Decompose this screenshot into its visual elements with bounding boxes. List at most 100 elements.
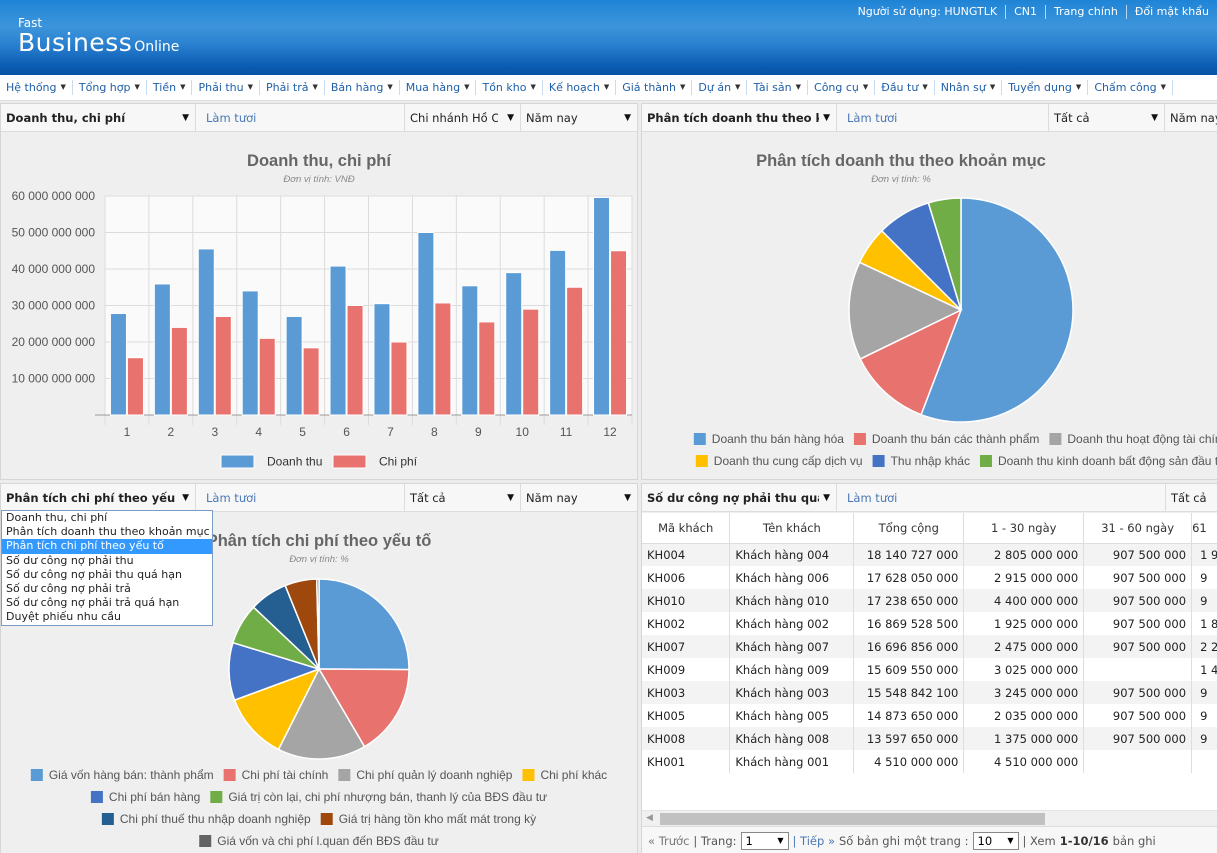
view-prefix: | Xem	[1022, 833, 1056, 848]
table-cell	[1191, 750, 1217, 773]
legend-label: Doanh thu bán hàng hóa	[712, 432, 844, 446]
change-password-link[interactable]: Đổi mật khẩu	[1125, 5, 1217, 19]
table-row[interactable]: KH006 Khách hàng 006 17 628 050 000 2 915 0…	[642, 566, 1217, 589]
table-row[interactable]: KH005 Khách hàng 005 14 873 650 000 2 035 0…	[642, 704, 1217, 727]
bar-revenue	[109, 313, 127, 416]
branch-link[interactable]: CN1	[1005, 5, 1045, 19]
caret-down-icon: ▼	[247, 83, 254, 91]
dropdown-arrow-icon: ▼	[823, 492, 830, 503]
per-page-select[interactable]: 10 ▼	[972, 831, 1019, 850]
table-cell: 907 500 000	[1083, 612, 1193, 635]
table-cell: 2 475 000 000	[963, 635, 1085, 658]
view-range: 1-10/16	[1059, 833, 1109, 848]
y-tick-label: 30 000 000 000	[12, 299, 96, 313]
legend-label: Chi phí	[379, 455, 418, 469]
menu-item[interactable]: Chấm công ▼	[1088, 80, 1174, 95]
caret-down-icon: ▼	[1075, 83, 1082, 91]
table-cell: 2 915 000 000	[963, 566, 1085, 589]
dropdown-option[interactable]: Số dư công nợ phải trả quá hạn	[2, 596, 212, 610]
filter-selector[interactable]: Tất cả	[1165, 484, 1217, 511]
menu-item[interactable]: Tổng hợp ▼	[73, 80, 147, 95]
menu-item[interactable]: Kế hoạch ▼	[543, 80, 617, 95]
x-tick-label: 11	[560, 425, 573, 439]
menu-item[interactable]: Tồn kho ▼	[476, 80, 543, 95]
scroll-left-icon[interactable]: ◀	[646, 813, 653, 823]
scrollbar-thumb[interactable]	[660, 813, 1045, 825]
menu-item[interactable]: Mua hàng ▼	[400, 80, 477, 95]
table-row[interactable]: KH002 Khách hàng 002 16 869 528 500 1 925 0…	[642, 612, 1217, 635]
column-header[interactable]: 61	[1191, 513, 1217, 544]
y-tick-label: 50 000 000 000	[12, 226, 96, 240]
table-cell: 17 238 650 000	[853, 589, 965, 612]
report-selector[interactable]: Số dư công nợ phải thu quá hạn▼	[642, 484, 837, 511]
menu-item[interactable]: Giá thành ▼	[616, 80, 693, 95]
menu-item[interactable]: Hệ thống ▼	[0, 80, 73, 95]
legend-label: Giá trị hàng tồn kho mất mát trong kỳ	[339, 812, 536, 826]
table-row[interactable]: KH008 Khách hàng 008 13 597 650 000 1 375 0…	[642, 727, 1217, 750]
legend-swatch	[223, 769, 236, 781]
menu-item[interactable]: Công cụ ▼	[808, 80, 876, 95]
caret-down-icon: ▼	[862, 83, 869, 91]
menu-item[interactable]: Nhân sự ▼	[935, 80, 1003, 95]
table-cell: 15 609 550 000	[853, 658, 965, 681]
legend-row: Chi phí bán hàng Giá trị còn lại, chi phí…	[90, 790, 547, 804]
caret-down-icon: ▼	[312, 83, 318, 91]
table-cell: 3 025 000 000	[963, 658, 1085, 681]
dropdown-option[interactable]: Số dư công nợ phải thu quá hạn	[2, 568, 212, 582]
prev-page-link[interactable]: « Trước	[648, 834, 689, 848]
table-cell: 907 500 000	[1083, 681, 1193, 704]
legend-label: Giá vốn hàng bán: thành phẩm	[49, 768, 214, 782]
menu-item[interactable]: Đầu tư ▼	[875, 80, 935, 95]
user-label: Người sử dụng: HUNGTLK	[857, 5, 998, 18]
table-row[interactable]: KH007 Khách hàng 007 16 696 856 000 2 475 0…	[642, 635, 1217, 658]
horizontal-scrollbar[interactable]: ◀	[642, 810, 1217, 826]
refresh-link[interactable]: Làm tươi	[837, 484, 1165, 511]
dropdown-option[interactable]: Phân tích chi phí theo yếu tố	[2, 539, 212, 554]
logo-online: Online	[134, 39, 180, 55]
table-cell: 13 597 650 000	[853, 727, 965, 750]
table-cell: Khách hàng 010	[729, 589, 855, 612]
x-tick-label: 1	[124, 425, 131, 439]
table-cell: 16 696 856 000	[853, 635, 965, 658]
column-header[interactable]: Tổng cộng	[853, 513, 965, 544]
table-row[interactable]: KH003 Khách hàng 003 15 548 842 100 3 245 0…	[642, 681, 1217, 704]
page-select[interactable]: 1 ▼	[740, 831, 789, 850]
table-cell: 9	[1191, 589, 1217, 612]
column-header[interactable]: 1 - 30 ngày	[963, 513, 1085, 544]
table-cell: 4 400 000 000	[963, 589, 1085, 612]
logo: Fast Business Online	[18, 17, 179, 56]
panel-revenue-analysis: Phân tích doanh thu theo khoản mục▼ Làm …	[641, 103, 1217, 480]
menu-item[interactable]: Dự án ▼	[692, 80, 748, 95]
menu-item[interactable]: Tài sản ▼	[747, 80, 809, 95]
table-row[interactable]: KH009 Khách hàng 009 15 609 550 000 3 025 0…	[642, 658, 1217, 681]
table-cell: 907 500 000	[1083, 727, 1193, 750]
dropdown-option[interactable]: Phân tích doanh thu theo khoản mục	[2, 525, 212, 539]
menu-item[interactable]: Bán hàng ▼	[325, 80, 400, 95]
table-cell: Khách hàng 002	[729, 612, 855, 635]
caret-down-icon: ▼	[387, 83, 393, 91]
column-header[interactable]: Tên khách	[729, 513, 855, 544]
dropdown-option[interactable]: Doanh thu, chi phí	[2, 511, 212, 525]
column-header[interactable]: 31 - 60 ngày	[1083, 513, 1193, 544]
dropdown-arrow-icon: ▼	[1007, 836, 1014, 845]
menu-item[interactable]: Phải thu ▼	[192, 80, 261, 95]
table-row[interactable]: KH010 Khách hàng 010 17 238 650 000 4 400 0…	[642, 589, 1217, 612]
y-tick-label: 60 000 000 000	[12, 189, 96, 203]
caret-down-icon: ▼	[989, 83, 996, 91]
legend-swatch	[332, 454, 367, 469]
dropdown-option[interactable]: Số dư công nợ phải trả	[2, 582, 212, 596]
page-label: | Trang:	[693, 833, 737, 848]
dropdown-option[interactable]: Duyệt phiếu nhu cầu	[2, 610, 212, 624]
bar-revenue	[505, 272, 523, 416]
menu-item[interactable]: Tuyển dụng ▼	[1002, 80, 1089, 95]
legend-swatch	[320, 813, 333, 825]
menu-item[interactable]: Phải trả ▼	[260, 80, 325, 95]
table-row[interactable]: KH004 Khách hàng 004 18 140 727 000 2 805 0…	[642, 543, 1217, 566]
table-row[interactable]: KH001 Khách hàng 001 4 510 000 000 4 510 00…	[642, 750, 1217, 773]
column-header[interactable]: Mã khách	[642, 513, 731, 544]
home-link[interactable]: Trang chính	[1045, 5, 1126, 19]
next-page-link[interactable]: | Tiếp »	[793, 834, 835, 848]
dropdown-option[interactable]: Số dư công nợ phải thu	[2, 554, 212, 568]
menu-item[interactable]: Tiền ▼	[147, 80, 193, 95]
table-cell: 9	[1191, 704, 1217, 727]
